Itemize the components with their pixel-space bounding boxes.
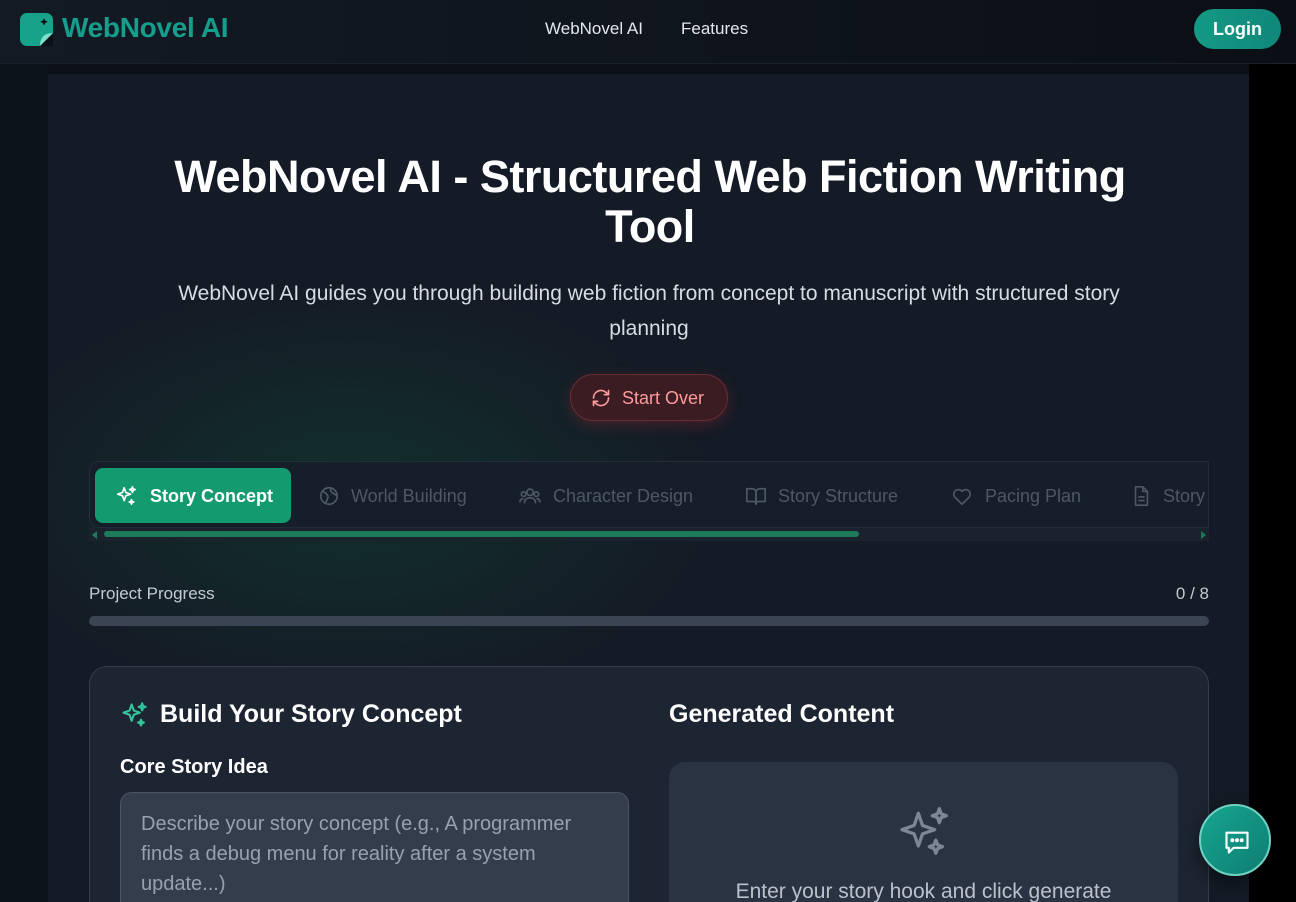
- core-story-idea-input[interactable]: [120, 792, 629, 902]
- tab-character-design[interactable]: Character Design: [519, 468, 719, 523]
- chat-button[interactable]: [1199, 804, 1271, 876]
- start-over-button[interactable]: Start Over: [570, 374, 728, 421]
- scroll-right-icon[interactable]: [1201, 531, 1206, 539]
- login-button[interactable]: Login: [1194, 9, 1281, 49]
- core-story-idea-label: Core Story Idea: [120, 756, 268, 778]
- globe-icon: [318, 485, 340, 507]
- brand-name[interactable]: WebNovel AI: [62, 12, 229, 44]
- concept-section-title: Build Your Story Concept: [160, 700, 462, 728]
- logo-icon[interactable]: [20, 13, 53, 46]
- tab-label: Story: [1163, 486, 1206, 506]
- scroll-left-icon[interactable]: [92, 531, 97, 539]
- refresh-icon: [591, 388, 611, 408]
- page-subtitle: WebNovel AI guides you through building …: [178, 282, 1120, 340]
- step-tabs: Story Concept World Building Character D…: [89, 461, 1209, 528]
- tab-label: Story Structure: [778, 486, 899, 506]
- chat-icon: [1225, 831, 1249, 854]
- generated-content-title: Generated Content: [669, 700, 895, 728]
- start-over-label: Start Over: [622, 388, 705, 408]
- tab-world-building[interactable]: World Building: [318, 468, 498, 523]
- tab-label: Story Concept: [150, 486, 274, 506]
- sparkles-icon: [115, 485, 137, 507]
- generated-content-hint: Enter your story hook and click generate: [735, 880, 1112, 902]
- progress-label: Project Progress: [89, 584, 215, 603]
- right-gutter: [1249, 64, 1296, 902]
- left-gutter: [0, 64, 48, 902]
- file-icon: [1130, 485, 1152, 507]
- tab-story-concept[interactable]: Story Concept: [95, 468, 291, 523]
- tab-label: Pacing Plan: [985, 486, 1082, 506]
- tabs-scrollbar[interactable]: [89, 528, 1209, 541]
- tab-label: World Building: [351, 486, 467, 506]
- tab-pacing-plan[interactable]: Pacing Plan: [951, 468, 1111, 523]
- tab-label: Character Design: [553, 486, 694, 506]
- sparkles-icon: [895, 804, 951, 860]
- page-title: WebNovel AI - Structured Web Fiction Wri…: [174, 151, 1126, 252]
- nav-link-webnovel-ai[interactable]: WebNovel AI: [545, 19, 643, 39]
- scroll-thumb[interactable]: [104, 531, 859, 537]
- book-open-icon: [745, 485, 767, 507]
- progress-count: 0 / 8: [1175, 584, 1209, 603]
- top-navbar: WebNovel AI WebNovel AI Features Login: [0, 0, 1296, 64]
- nav-link-features[interactable]: Features: [681, 19, 748, 39]
- users-icon: [519, 485, 541, 507]
- tab-story-structure[interactable]: Story Structure: [745, 468, 925, 523]
- tab-story[interactable]: Story: [1130, 468, 1208, 523]
- progress-bar: [89, 616, 1209, 626]
- sparkles-icon: [120, 701, 148, 729]
- heart-icon: [951, 485, 973, 507]
